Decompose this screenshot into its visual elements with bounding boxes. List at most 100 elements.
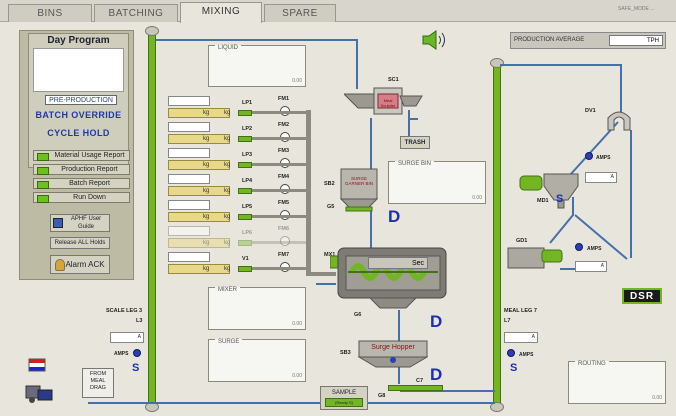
batch-report-button[interactable]: Batch Report bbox=[33, 178, 130, 189]
pump-label: V1 bbox=[242, 256, 249, 262]
pump-icon[interactable] bbox=[238, 240, 252, 246]
sb3-label: SB3 bbox=[340, 350, 351, 356]
speaker-icon[interactable] bbox=[421, 30, 451, 50]
manifold-branch bbox=[252, 241, 306, 244]
pipe bbox=[156, 39, 356, 41]
sc1-label: SC1 bbox=[388, 77, 399, 83]
liquid-kg-field: kg kg bbox=[168, 238, 230, 248]
led-icon bbox=[37, 195, 49, 203]
pre-production-button[interactable]: PRE-PRODUCTION bbox=[45, 95, 117, 105]
production-average-value: TPH bbox=[609, 35, 663, 46]
tab-spare[interactable]: SPARE bbox=[264, 4, 336, 22]
amps-value: A bbox=[585, 172, 617, 183]
meal-dryer-md1[interactable] bbox=[518, 170, 586, 212]
surge-panel: SURGE 0.00 bbox=[208, 339, 306, 382]
tab-mixing[interactable]: MIXING bbox=[180, 2, 262, 23]
pump-icon[interactable] bbox=[238, 162, 252, 168]
pipe bbox=[620, 64, 622, 112]
amps-indicator bbox=[133, 349, 141, 357]
alarm-bell-icon bbox=[55, 259, 65, 271]
d-status-3[interactable]: D bbox=[430, 365, 442, 385]
dsr-indicator[interactable]: DSR bbox=[622, 288, 662, 304]
meal-sculpter-label: Meal Sculpter bbox=[380, 98, 396, 108]
s-status-leg7[interactable]: S bbox=[510, 362, 517, 374]
material-usage-report-button[interactable]: Material Usage Report bbox=[33, 150, 130, 161]
mixer[interactable] bbox=[329, 246, 450, 312]
pump-icon[interactable] bbox=[238, 214, 252, 220]
day-program-display bbox=[33, 48, 124, 92]
pump-icon[interactable] bbox=[238, 136, 252, 142]
sb2-label: SB2 bbox=[324, 181, 335, 187]
manifold-branch bbox=[252, 189, 306, 192]
amps-label: AMPS bbox=[519, 352, 534, 358]
pump-icon[interactable] bbox=[238, 110, 252, 116]
cycle-hold-button[interactable]: CYCLE HOLD bbox=[28, 128, 129, 138]
pump-icon[interactable] bbox=[238, 266, 252, 272]
release-holds-button[interactable]: Release ALL Holds bbox=[50, 237, 110, 249]
flowmeter-label: FM2 bbox=[278, 122, 289, 128]
s-status-md1[interactable]: S bbox=[556, 193, 563, 205]
liquid-field bbox=[168, 174, 210, 184]
production-report-button[interactable]: Production Report bbox=[33, 164, 130, 175]
production-average: PRODUCTION AVERAGE TPH bbox=[510, 32, 666, 49]
manifold-branch bbox=[252, 111, 306, 114]
liquid-kg-field: kg kg bbox=[168, 160, 230, 170]
scale-leg-label: SCALE LEG 3 bbox=[106, 308, 143, 314]
amps-label: AMPS bbox=[114, 351, 129, 357]
meal-leg-7[interactable] bbox=[493, 62, 501, 408]
amps-value: A bbox=[110, 332, 144, 343]
routing-panel: ROUTING 0.00 bbox=[568, 361, 666, 404]
amps-value: A bbox=[504, 332, 538, 343]
alarm-ack-button[interactable]: Alarm ACK bbox=[50, 255, 110, 274]
manifold-branch bbox=[252, 163, 306, 166]
pump-label: LP6 bbox=[242, 230, 253, 236]
run-down-button[interactable]: Run Down bbox=[33, 192, 130, 203]
pump-label: LP5 bbox=[242, 204, 253, 210]
flowmeter-label: FM7 bbox=[278, 252, 289, 258]
liquid-field bbox=[168, 122, 210, 132]
batch-override-button[interactable]: BATCH OVERRIDE bbox=[28, 110, 129, 120]
liquid-system: kg kg kg kg kg kg kg kg kg kg kg kg kg kg LP1 F… bbox=[168, 96, 336, 286]
led-icon bbox=[37, 153, 49, 161]
diverter-dv1[interactable] bbox=[606, 110, 632, 132]
scale-leg-3[interactable] bbox=[148, 30, 156, 408]
amps-value: A bbox=[575, 261, 607, 272]
day-program-title: Day Program bbox=[47, 35, 110, 46]
mixer-panel: MIXER 0.00 bbox=[208, 287, 306, 330]
dv1-label: DV1 bbox=[585, 108, 596, 114]
d-status-1[interactable]: D bbox=[388, 207, 400, 227]
surge-garner-bin[interactable] bbox=[339, 168, 379, 212]
user-guide-button[interactable]: APHF User Guide bbox=[50, 214, 110, 232]
tab-bins[interactable]: BINS bbox=[8, 4, 92, 22]
leg-head bbox=[145, 26, 159, 36]
liquid-field bbox=[168, 252, 210, 262]
meal-leg-label: MEAL LEG 7 bbox=[504, 308, 537, 314]
flowmeter-label: FM6 bbox=[278, 226, 289, 232]
liquid-field bbox=[168, 96, 210, 106]
pump-label: LP2 bbox=[242, 126, 253, 132]
manifold-branch bbox=[252, 137, 306, 140]
pump-icon[interactable] bbox=[238, 188, 252, 194]
sample-button[interactable]: SAMPLE (Ready S) bbox=[320, 386, 368, 410]
surge-bin-panel: SURGE BIN 0.00 bbox=[388, 161, 486, 204]
s-status-leg3[interactable]: S bbox=[132, 362, 139, 374]
pipe bbox=[370, 118, 372, 170]
liquid-kg-field: kg kg bbox=[168, 212, 230, 222]
d-status-2[interactable]: D bbox=[430, 312, 442, 332]
manifold-branch bbox=[252, 215, 306, 218]
liquid-field bbox=[168, 148, 210, 158]
g5-label: G5 bbox=[327, 204, 335, 210]
tab-batching[interactable]: BATCHING bbox=[94, 4, 178, 22]
flowmeter-label: FM3 bbox=[278, 148, 289, 154]
surge-hopper-label: Surge Hopper bbox=[371, 344, 415, 351]
c7-label: C7 bbox=[416, 378, 424, 384]
from-meal-drag-button[interactable]: FROM MEAL DRAG bbox=[82, 368, 114, 398]
pipe bbox=[500, 64, 620, 66]
pump-label: LP4 bbox=[242, 178, 253, 184]
trash-button[interactable]: TRASH bbox=[400, 136, 430, 149]
conveyor-c7[interactable] bbox=[388, 385, 443, 391]
manifold-branch bbox=[252, 267, 306, 270]
led-icon bbox=[37, 167, 49, 175]
pipe bbox=[398, 310, 400, 344]
grinder-gd1[interactable] bbox=[506, 244, 566, 270]
